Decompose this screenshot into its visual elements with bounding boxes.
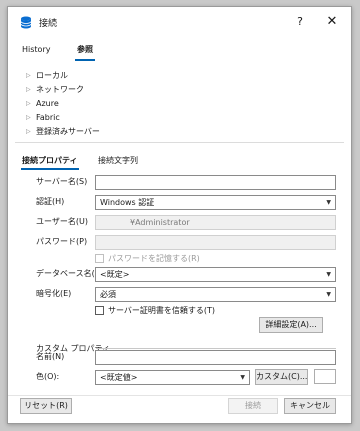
window-title: 接続 <box>39 19 58 29</box>
title-bar: 接続 ? ✕ <box>8 7 351 37</box>
connect-button: 接続 <box>228 398 278 414</box>
help-button[interactable]: ? <box>289 13 311 31</box>
chevron-right-icon[interactable]: ▷ <box>26 69 36 82</box>
username-value: ¥Administrator <box>130 218 190 227</box>
chevron-right-icon[interactable]: ▷ <box>26 83 36 96</box>
color-swatch <box>314 369 336 384</box>
custom-color-button[interactable]: カスタム(C)... <box>255 369 308 385</box>
name-input[interactable] <box>95 350 336 365</box>
tree-item-label: Azure <box>36 99 59 108</box>
database-select[interactable]: <既定> ▼ <box>95 267 336 282</box>
top-tabs: History 参照 <box>8 41 351 61</box>
database-label: データベース名(D) <box>36 269 105 278</box>
tab-connection-properties[interactable]: 接続プロパティ <box>21 153 79 170</box>
encrypt-value: 必須 <box>100 290 116 299</box>
cancel-button[interactable]: キャンセル <box>284 398 336 414</box>
tree-item-fabric[interactable]: ▷ Fabric <box>26 111 60 124</box>
remember-password-checkbox <box>95 254 104 263</box>
auth-select[interactable]: Windows 認証 ▼ <box>95 195 336 210</box>
password-input <box>95 235 336 250</box>
username-input: ¥Administrator <box>95 215 336 230</box>
tree-item-registered-servers[interactable]: ▷ 登録済みサーバー <box>26 125 100 138</box>
connection-dialog: 接続 ? ✕ History 参照 ▷ ローカル ▷ ネットワーク ▷ Azure ▷… <box>7 6 352 424</box>
chevron-down-icon: ▼ <box>326 291 331 298</box>
chevron-down-icon: ▼ <box>326 271 331 278</box>
remember-password-label: パスワードを記憶する(R) <box>108 254 200 263</box>
server-name-label: サーバー名(S) <box>36 177 88 186</box>
tree-item-label: ローカル <box>36 71 68 80</box>
connection-tabs: 接続プロパティ 接続文字列 <box>8 153 351 173</box>
encrypt-label: 暗号化(E) <box>36 289 72 298</box>
tab-browse[interactable]: 参照 <box>75 41 95 61</box>
encrypt-select[interactable]: 必須 ▼ <box>95 287 336 302</box>
chevron-down-icon: ▼ <box>326 199 331 206</box>
color-value: <既定値> <box>100 373 138 382</box>
chevron-right-icon[interactable]: ▷ <box>26 125 36 138</box>
tab-history[interactable]: History <box>20 41 52 59</box>
tree-item-label: ネットワーク <box>36 85 84 94</box>
password-label: パスワード(P) <box>36 237 88 246</box>
tree-item-label: 登録済みサーバー <box>36 127 100 136</box>
trust-certificate-label[interactable]: サーバー証明書を信頼する(T) <box>108 305 215 316</box>
tree-item-network[interactable]: ▷ ネットワーク <box>26 83 84 96</box>
trust-certificate-checkbox[interactable] <box>95 306 104 315</box>
advanced-settings-button[interactable]: 詳細設定(A)... <box>259 317 323 333</box>
server-name-input[interactable] <box>95 175 336 190</box>
tree-item-label: Fabric <box>36 113 60 122</box>
database-icon <box>20 16 32 29</box>
tree-item-azure[interactable]: ▷ Azure <box>26 97 59 110</box>
username-label: ユーザー名(U) <box>36 217 88 226</box>
chevron-down-icon: ▼ <box>240 374 245 381</box>
tree-item-local[interactable]: ▷ ローカル <box>26 69 68 82</box>
chevron-right-icon[interactable]: ▷ <box>26 97 36 110</box>
reset-button[interactable]: リセット(R) <box>20 398 72 414</box>
database-value: <既定> <box>100 270 130 279</box>
close-button[interactable]: ✕ <box>321 13 343 31</box>
tab-connection-string[interactable]: 接続文字列 <box>97 153 139 169</box>
color-select[interactable]: <既定値> ▼ <box>95 370 250 385</box>
name-label: 名前(N) <box>36 352 65 361</box>
auth-label: 認証(H) <box>36 197 65 206</box>
auth-value: Windows 認証 <box>100 198 155 207</box>
color-label: 色(O): <box>36 372 60 381</box>
section-divider <box>15 142 344 143</box>
section-divider <box>96 348 336 349</box>
footer-divider <box>8 395 351 396</box>
chevron-right-icon[interactable]: ▷ <box>26 111 36 124</box>
